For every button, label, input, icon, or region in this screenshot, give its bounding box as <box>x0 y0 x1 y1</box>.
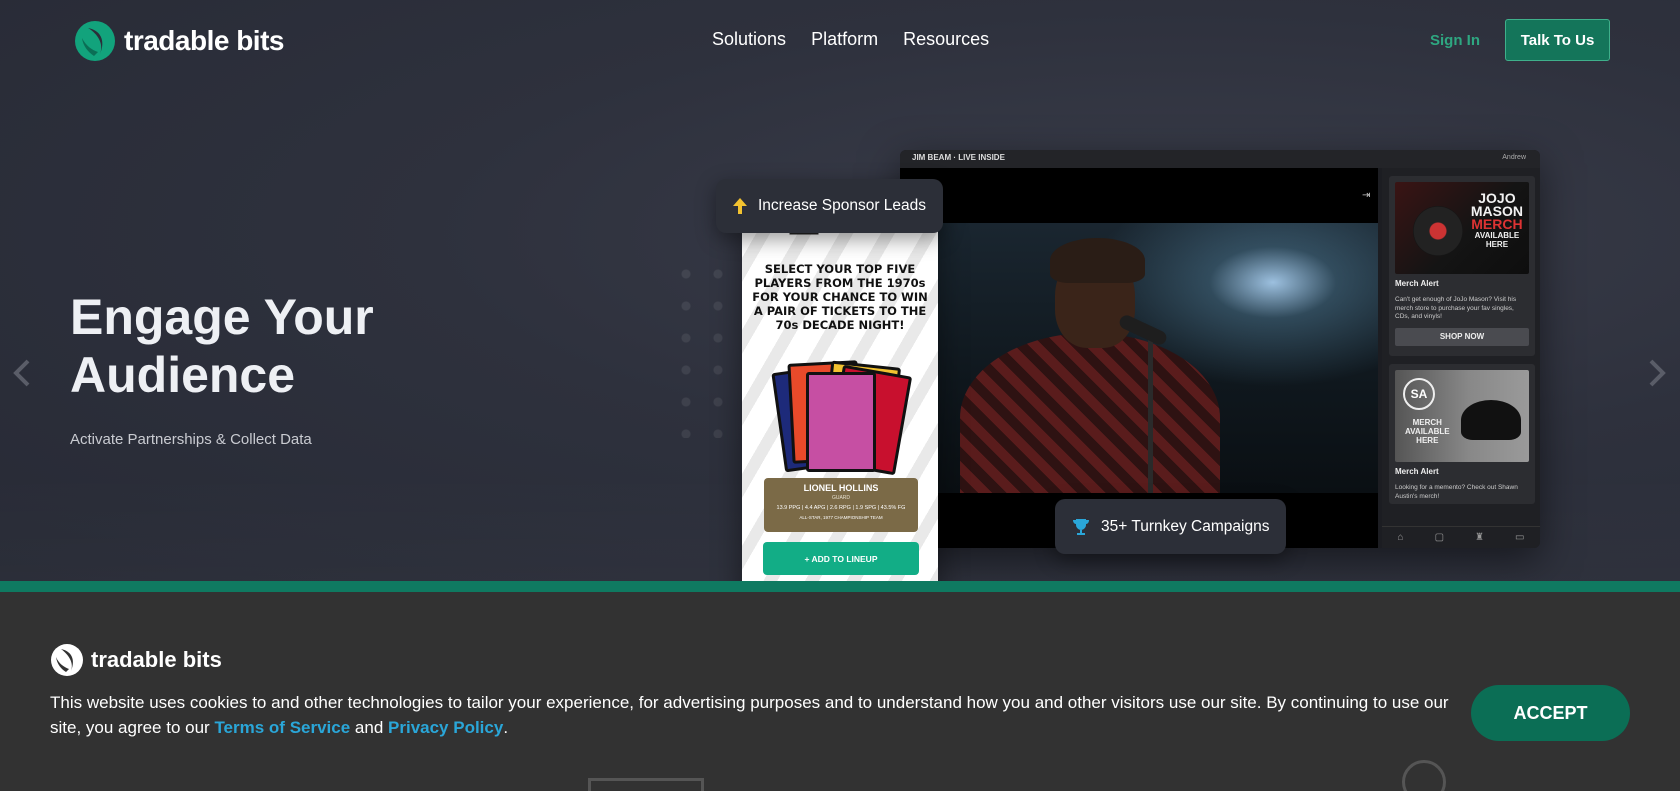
cookie-period: . <box>503 718 509 737</box>
trophy-icon[interactable]: ♜ <box>1475 532 1484 543</box>
shawn-line3: HERE <box>1416 436 1439 445</box>
nav-resources[interactable]: Resources <box>903 29 989 50</box>
player-info-box: LIONEL HOLLINS GUARD 13.9 PPG | 4.4 APG … <box>764 478 918 532</box>
mockup-brand: JIM BEAM · LIVE INSIDE <box>912 153 1005 162</box>
mockup-tabbar: ⌂ ▢ ♜ ▭ <box>1382 526 1540 548</box>
logo-icon <box>75 21 115 61</box>
mobile-mockup: SELECT YOUR TOP FIVE PLAYERS FROM THE 19… <box>742 210 938 585</box>
sponsor-leads-label: Increase Sponsor Leads <box>758 197 927 214</box>
player-position: GUARD <box>831 495 851 501</box>
singer-cap <box>1050 238 1145 283</box>
video-icon[interactable]: ▭ <box>1515 532 1524 543</box>
hero-title: Engage Your Audience <box>70 289 374 403</box>
desktop-mockup: JIM BEAM · LIVE INSIDE Andrew ⇥ JOJO MAS… <box>900 150 1540 548</box>
main-nav: Solutions Platform Resources <box>712 29 989 50</box>
partially-hidden-logo <box>588 778 704 791</box>
sponsor-leads-chip: Increase Sponsor Leads <box>716 179 944 233</box>
cookie-logo-icon <box>51 644 83 676</box>
add-to-lineup-button[interactable]: + ADD TO LINEUP <box>763 542 919 575</box>
mockup-user: Andrew <box>1502 154 1526 161</box>
nav-platform[interactable]: Platform <box>811 29 878 50</box>
jojo-merch-image: JOJO MASON MERCH AVAILABLE HERE <box>1395 182 1529 274</box>
logo-text: tradable bits <box>124 25 284 56</box>
shop-now-button[interactable]: SHOP NOW <box>1395 327 1529 346</box>
terms-of-service-link[interactable]: Terms of Service <box>214 718 350 737</box>
privacy-policy-link[interactable]: Privacy Policy <box>388 718 503 737</box>
accent-divider <box>0 581 1680 592</box>
merch-card-shawn: SA MERCH AVAILABLE HERE Merch Alert Look… <box>1389 364 1535 504</box>
carousel-prev-icon[interactable] <box>12 358 32 388</box>
shawn-line2: AVAILABLE <box>1405 427 1450 436</box>
singer-shirt <box>960 333 1220 493</box>
hero-subtitle: Activate Partnerships & Collect Data <box>70 431 312 448</box>
shawn-line1: MERCH <box>1412 418 1442 427</box>
accept-cookies-button[interactable]: ACCEPT <box>1471 685 1630 741</box>
mockup-topbar: JIM BEAM · LIVE INSIDE Andrew <box>900 150 1540 168</box>
jojo-merch-lettering: JOJO MASON MERCH AVAILABLE HERE <box>1471 191 1523 249</box>
cookie-and: and <box>350 718 389 737</box>
video-player: ⇥ <box>900 168 1378 548</box>
expand-icon: ⇥ <box>1362 190 1371 201</box>
shawn-merch-image: SA MERCH AVAILABLE HERE <box>1395 370 1529 462</box>
cookie-logo-text: tradable bits <box>91 647 222 672</box>
merch-alert-text-2: Looking for a memento? Check out Shawn A… <box>1395 484 1518 500</box>
mockup-sidebar: JOJO MASON MERCH AVAILABLE HERE Merch Al… <box>1382 168 1540 548</box>
trophy-icon <box>1073 518 1089 535</box>
jojo-line5: HERE <box>1485 240 1509 249</box>
cookie-logo: tradable bits <box>50 643 222 677</box>
mic-stand <box>1148 338 1153 493</box>
player-note: ALL-STAR, 1977 CHAMPIONSHIP TEAM <box>799 515 883 520</box>
merch-alert-title: Merch Alert <box>1395 279 1439 288</box>
shawn-merch-lettering: MERCH AVAILABLE HERE <box>1405 418 1450 445</box>
contest-headline: SELECT YOUR TOP FIVE PLAYERS FROM THE 19… <box>752 262 928 332</box>
merch-card-jojo: JOJO MASON MERCH AVAILABLE HERE Merch Al… <box>1389 176 1535 356</box>
jojo-line4: AVAILABLE <box>1474 231 1520 240</box>
arrow-up-icon <box>733 198 747 214</box>
turnkey-campaigns-chip: 35+ Turnkey Campaigns <box>1055 499 1287 554</box>
sign-in-link[interactable]: Sign In <box>1430 32 1480 49</box>
player-name: LIONEL HOLLINS <box>803 483 879 493</box>
cap-image <box>1461 400 1521 440</box>
sa-monogram: SA <box>1403 378 1435 410</box>
site-logo[interactable]: tradable bits <box>74 20 284 62</box>
carousel-next-icon[interactable] <box>1647 358 1667 388</box>
home-icon[interactable]: ⌂ <box>1398 532 1404 543</box>
talk-to-us-button[interactable]: Talk To Us <box>1505 19 1610 61</box>
trading-card-pink[interactable] <box>806 372 876 472</box>
player-stats: 13.9 PPG | 4.4 APG | 2.6 RPG | 1.9 SPG |… <box>776 505 906 511</box>
chat-icon[interactable]: ▢ <box>1435 532 1444 543</box>
nav-solutions[interactable]: Solutions <box>712 29 786 50</box>
merch-alert-text: Can't get enough of JoJo Mason? Visit hi… <box>1395 296 1517 320</box>
hero-section: tradable bits Solutions Platform Resourc… <box>0 0 1680 585</box>
merch-alert-title-2: Merch Alert <box>1395 467 1439 476</box>
jojo-line3: MERCH <box>1471 216 1523 232</box>
cookie-text: This website uses cookies to and other t… <box>50 690 1470 740</box>
dots-pattern <box>670 258 750 438</box>
turnkey-campaigns-label: 35+ Turnkey Campaigns <box>1101 517 1270 535</box>
trading-cards-stack <box>771 358 913 476</box>
concert-image <box>900 223 1378 493</box>
vinyl-record <box>1413 206 1463 256</box>
